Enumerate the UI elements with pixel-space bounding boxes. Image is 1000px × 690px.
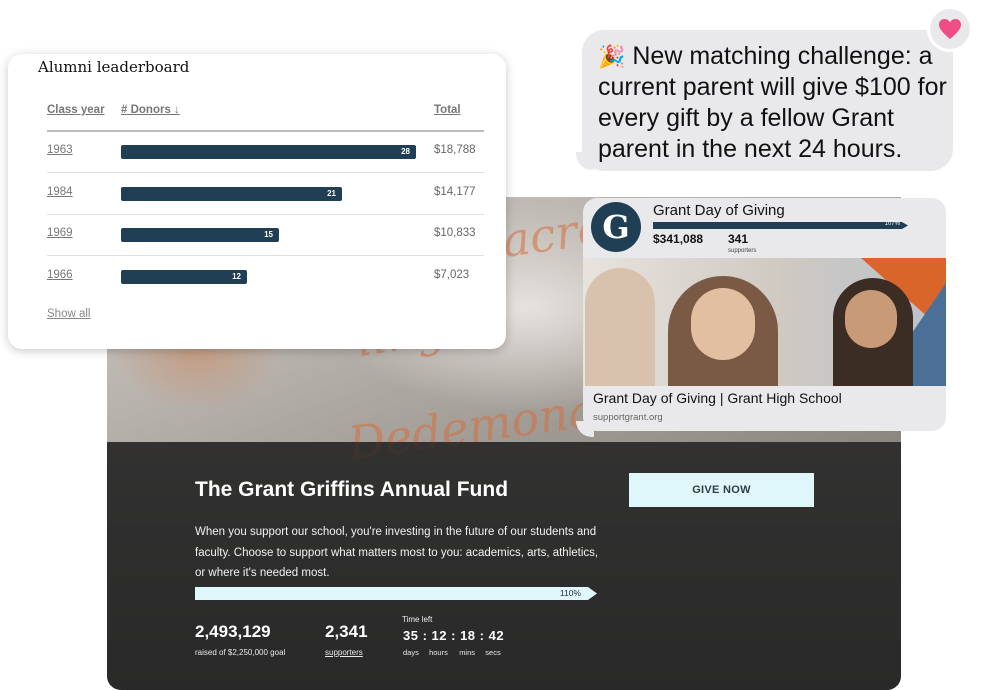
party-popper-icon: 🎉 (598, 44, 626, 69)
timer-unit-days: days (403, 648, 419, 657)
class-total: $14,177 (434, 185, 476, 198)
fund-progress-bar: 110% (195, 587, 597, 600)
link-preview-card[interactable]: G Grant Day of Giving 107% $341,088 341 … (583, 198, 946, 431)
grant-logo: G (591, 202, 641, 252)
class-year-link[interactable]: 1984 (47, 186, 73, 198)
class-total: $10,833 (434, 227, 476, 239)
raised-amount: 2,493,129 (195, 622, 271, 641)
header-divider (47, 130, 484, 132)
timer-units: days hours mins secs (403, 648, 501, 657)
fund-progress-fill (195, 587, 597, 600)
class-year-link[interactable]: 1969 (47, 227, 73, 239)
donors-count: 15 (264, 230, 273, 239)
fund-progress-percent: 110% (559, 588, 581, 598)
time-left-label: Time left (402, 615, 433, 624)
row-divider (47, 172, 484, 173)
countdown-timer: 35 : 12 : 18 : 42 (403, 628, 505, 643)
fund-title: The Grant Griffins Annual Fund (195, 478, 509, 501)
timer-hours: 12 (431, 628, 447, 643)
message-text: 🎉 New matching challenge: a current pare… (598, 41, 948, 165)
class-year-link[interactable]: 1966 (47, 269, 73, 281)
row-divider (47, 255, 484, 256)
supporters-link[interactable]: supporters (325, 648, 363, 657)
students-photo (583, 258, 946, 386)
donors-bar: 12 (121, 269, 247, 284)
timer-unit-mins: mins (459, 648, 476, 657)
show-all-link[interactable]: Show all (47, 308, 90, 320)
fund-description: When you support our school, you're inve… (195, 526, 599, 579)
timer-unit-hours: hours (429, 648, 448, 657)
student-face (845, 290, 897, 348)
heart-reaction-badge[interactable] (927, 6, 973, 52)
class-total: $7,023 (434, 268, 470, 281)
class-year-link[interactable]: 1963 (47, 144, 73, 156)
preview-supporters-label: supporters (728, 248, 757, 254)
column-total[interactable]: Total (434, 104, 461, 116)
leaderboard-title: Alumni leaderboard (38, 58, 190, 76)
alumni-leaderboard-card: Alumni leaderboard Class year # Donors ↓… (8, 54, 506, 349)
preview-raised: $341,088 (653, 232, 704, 246)
preview-progress-bar: 107% (653, 221, 908, 229)
donors-bar: 15 (121, 228, 279, 242)
column-donors[interactable]: # Donors ↓ (121, 104, 180, 116)
preview-progress-percent: 107% (884, 221, 900, 227)
preview-caption: Grant Day of Giving | Grant High School (593, 390, 842, 406)
preview-url: supportgrant.org (593, 412, 663, 423)
timer-secs: 42 (488, 628, 505, 643)
donors-count: 28 (401, 147, 410, 156)
student-face (691, 288, 755, 360)
supporters-count: 2,341 (325, 622, 368, 641)
timer-days: 35 (403, 628, 419, 643)
preview-supporters: 341 (728, 232, 749, 246)
raised-goal-label: raised of $2,250,000 goal (195, 648, 286, 657)
student-figure (585, 268, 655, 386)
donors-count: 12 (232, 271, 241, 281)
preview-progress-fill (653, 222, 908, 229)
donors-bar: 21 (121, 186, 342, 201)
donors-bar: 28 (121, 145, 416, 159)
timer-unit-secs: secs (485, 648, 501, 657)
row-divider (47, 213, 484, 215)
class-total: $18,788 (434, 144, 476, 156)
timer-mins: 18 (460, 628, 476, 643)
message-body: New matching challenge: a current parent… (598, 42, 947, 163)
column-class-year[interactable]: Class year (47, 104, 105, 116)
donors-count: 21 (327, 188, 336, 198)
preview-title: Grant Day of Giving (653, 202, 785, 219)
heart-icon (939, 19, 961, 39)
give-now-button[interactable]: GIVE NOW (629, 473, 814, 507)
